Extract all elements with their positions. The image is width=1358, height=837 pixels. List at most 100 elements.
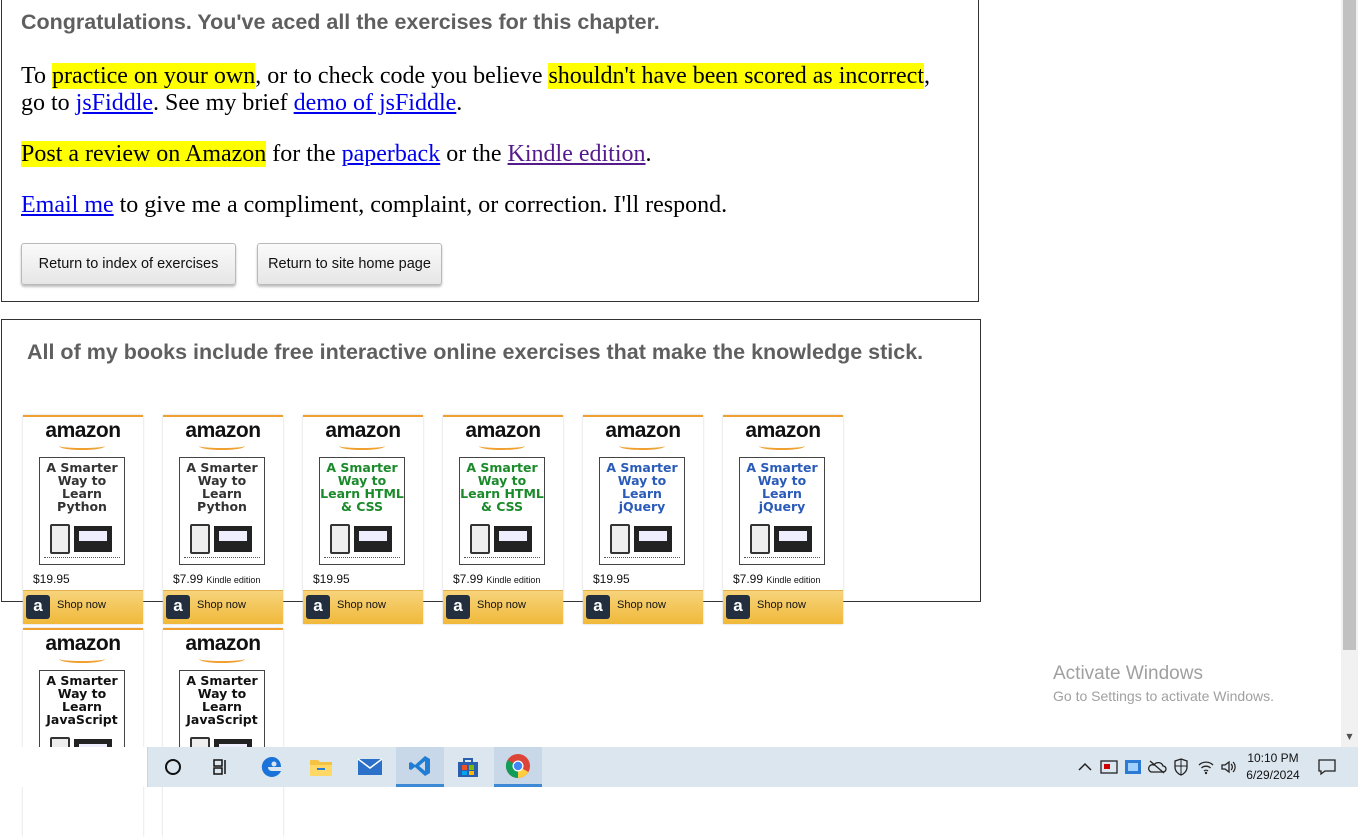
jsfiddle-demo-link[interactable]: demo of jsFiddle	[294, 90, 457, 116]
amazon-book-ad[interactable]: amazon A Smarter Way to Learn jQuery $19.9…	[583, 415, 703, 624]
taskbar-search-box[interactable]	[0, 747, 148, 787]
paperback-link[interactable]: paperback	[342, 141, 441, 167]
books-heading: All of my books include free interactive…	[26, 340, 924, 364]
amazon-smile-icon	[199, 442, 245, 450]
amazon-a-icon: a	[26, 595, 50, 619]
highlight-review: Post a review on Amazon	[21, 141, 267, 167]
shop-now-button[interactable]: a Shop now	[303, 590, 423, 624]
scroll-down-arrow-icon[interactable]: ▼	[1343, 730, 1356, 744]
amazon-book-ad[interactable]: amazon A Smarter Way to Learn JavaScript	[163, 628, 283, 837]
tablet-icon	[330, 524, 350, 554]
taskbar: 10:10 PM 6/29/2024	[0, 747, 1358, 787]
tablet-icon	[190, 524, 210, 554]
amazon-book-ad[interactable]: amazon A Smarter Way to Learn JavaScript	[23, 628, 143, 837]
amazon-a-icon: a	[306, 595, 330, 619]
amazon-logo: amazon	[325, 419, 401, 442]
task-view-icon[interactable]	[197, 747, 245, 787]
laptop-icon	[634, 526, 672, 552]
book-cover-title: A Smarter Way to Learn JavaScript	[186, 673, 258, 727]
amazon-book-ad[interactable]: amazon A Smarter Way to Learn HTML & CSS $…	[443, 415, 563, 624]
chrome-icon[interactable]	[494, 747, 542, 787]
volume-icon[interactable]	[1218, 747, 1240, 787]
shop-now-button[interactable]: a Shop now	[583, 590, 703, 624]
highlight-incorrect: shouldn't have been scored as incorrect	[548, 63, 924, 89]
onedrive-icon[interactable]	[1146, 747, 1168, 787]
amazon-smile-icon	[199, 655, 245, 663]
return-to-home-button[interactable]: Return to site home page	[257, 243, 442, 285]
scrollbar-thumb[interactable]	[1343, 0, 1356, 650]
book-cover-title: A Smarter Way to Learn HTML & CSS	[460, 460, 544, 514]
book-cover: A Smarter Way to Learn jQuery	[599, 457, 685, 565]
book-price: $7.99 Kindle edition	[453, 572, 541, 586]
book-cover: A Smarter Way to Learn jQuery	[739, 457, 825, 565]
amazon-book-ad[interactable]: amazon A Smarter Way to Learn HTML & CSS $…	[303, 415, 423, 624]
amazon-smile-icon	[619, 442, 665, 450]
shop-now-label: Shop now	[617, 599, 666, 611]
taskbar-clock[interactable]: 10:10 PM 6/29/2024	[1238, 750, 1308, 784]
shop-now-label: Shop now	[197, 599, 246, 611]
tablet-icon	[610, 524, 630, 554]
shop-now-button[interactable]: a Shop now	[23, 590, 143, 624]
amazon-smile-icon	[759, 442, 805, 450]
book-cover: A Smarter Way to Learn HTML & CSS	[459, 457, 545, 565]
edge-icon[interactable]	[248, 747, 296, 787]
amazon-book-ad[interactable]: amazon A Smarter Way to Learn Python $7.99…	[163, 415, 283, 624]
book-price: $7.99 Kindle edition	[173, 572, 261, 586]
kindle-edition-link[interactable]: Kindle edition	[508, 141, 646, 167]
book-price: $7.99 Kindle edition	[733, 572, 821, 586]
book-cover-title: A Smarter Way to Learn Python	[186, 460, 258, 514]
amazon-book-ad[interactable]: amazon A Smarter Way to Learn Python $19.9…	[23, 415, 143, 624]
laptop-icon	[494, 526, 532, 552]
amazon-smile-icon	[59, 655, 105, 663]
network-app-icon[interactable]	[1122, 747, 1144, 787]
email-me-link[interactable]: Email me	[21, 192, 114, 218]
vscode-icon[interactable]	[396, 747, 444, 787]
device-icon[interactable]	[1098, 747, 1120, 787]
amazon-logo: amazon	[465, 419, 541, 442]
amazon-smile-icon	[479, 442, 525, 450]
shop-now-label: Shop now	[757, 599, 806, 611]
wifi-icon[interactable]	[1195, 747, 1217, 787]
return-to-index-button[interactable]: Return to index of exercises	[21, 243, 236, 285]
file-explorer-icon[interactable]	[297, 747, 345, 787]
tablet-icon	[50, 524, 70, 554]
cortana-icon[interactable]	[149, 747, 197, 787]
mail-icon[interactable]	[346, 747, 394, 787]
amazon-book-ad[interactable]: amazon A Smarter Way to Learn jQuery $7.99…	[723, 415, 843, 624]
amazon-logo: amazon	[45, 419, 121, 442]
book-price: $19.95	[593, 572, 630, 586]
cover-footer	[464, 557, 540, 562]
laptop-icon	[74, 526, 112, 552]
cover-footer	[604, 557, 680, 562]
cover-footer	[324, 557, 400, 562]
shop-now-button[interactable]: a Shop now	[443, 590, 563, 624]
laptop-icon	[214, 526, 252, 552]
review-paragraph: Post a review on Amazon for the paperbac…	[21, 141, 652, 167]
book-price: $19.95	[313, 572, 350, 586]
chevron-up-icon[interactable]	[1074, 747, 1096, 787]
amazon-a-icon: a	[166, 595, 190, 619]
book-cover: A Smarter Way to Learn Python	[39, 457, 125, 565]
cover-footer	[744, 557, 820, 562]
clock-time: 10:10 PM	[1247, 751, 1299, 765]
notifications-icon[interactable]	[1312, 747, 1342, 787]
store-icon[interactable]	[444, 747, 492, 787]
book-cover-title: A Smarter Way to Learn jQuery	[606, 460, 678, 514]
security-shield-icon[interactable]	[1170, 747, 1192, 787]
shop-now-button[interactable]: a Shop now	[163, 590, 283, 624]
amazon-smile-icon	[59, 442, 105, 450]
email-paragraph: Email me to give me a compliment, compla…	[21, 192, 728, 218]
cover-footer	[44, 557, 120, 562]
cover-footer	[184, 557, 260, 562]
jsfiddle-link[interactable]: jsFiddle	[76, 90, 153, 116]
shop-now-label: Shop now	[57, 599, 106, 611]
shop-now-label: Shop now	[477, 599, 526, 611]
highlight-practice: practice on your own	[51, 63, 256, 89]
amazon-logo: amazon	[185, 419, 261, 442]
amazon-logo: amazon	[605, 419, 681, 442]
amazon-a-icon: a	[726, 595, 750, 619]
amazon-a-icon: a	[446, 595, 470, 619]
shop-now-button[interactable]: a Shop now	[723, 590, 843, 624]
shop-now-label: Shop now	[337, 599, 386, 611]
amazon-logo: amazon	[185, 632, 261, 655]
